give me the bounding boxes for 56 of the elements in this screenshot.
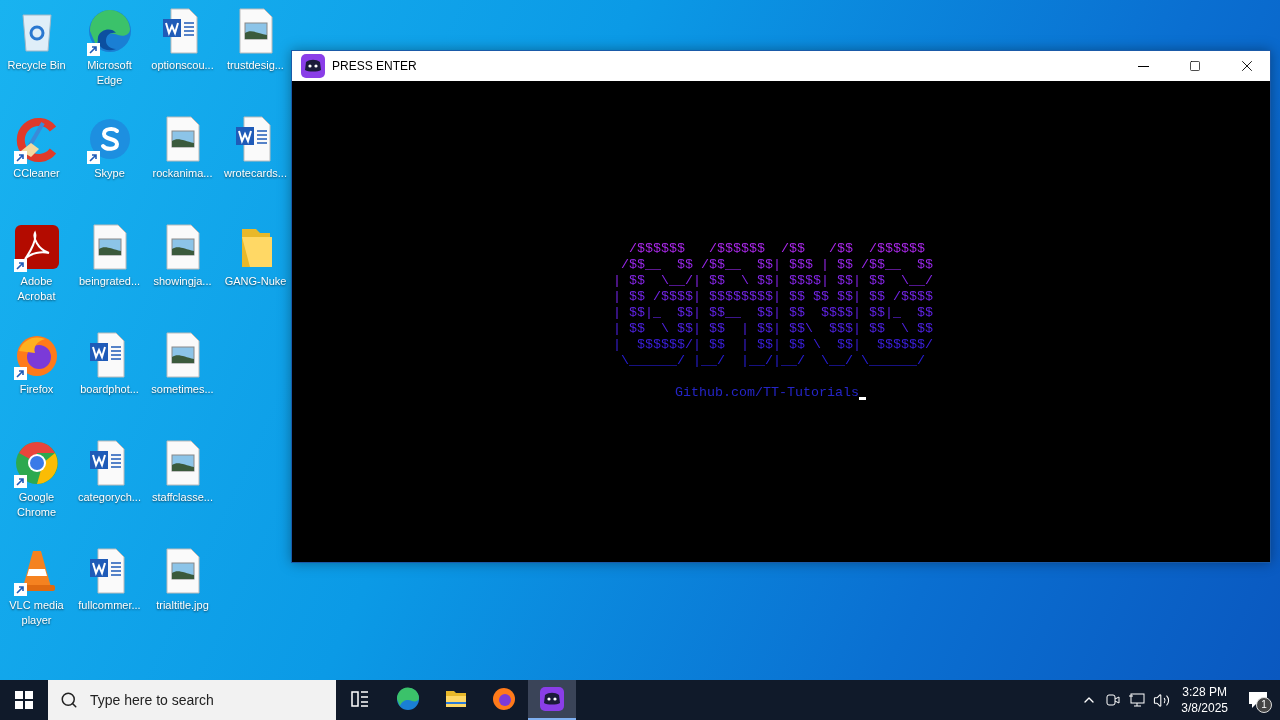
desktop-icon-label[interactable]: sometimes...: [151, 382, 214, 397]
github-link-text: Github.com/TT-Tutorials: [675, 385, 859, 401]
desktop-icon-label[interactable]: staffclasse...: [152, 490, 213, 505]
camera-icon: [1105, 692, 1122, 708]
ascii-art-line: | $$|_ $$| $$__ $$| $$ $$$$| $$|_ $$: [613, 305, 933, 321]
edge-icon: [395, 686, 421, 712]
task-view-icon: [350, 689, 370, 709]
desktop-icon-label[interactable]: boardphot...: [80, 382, 139, 397]
shortcut-arrow-icon: [86, 43, 100, 56]
desktop-icon-label[interactable]: fullcommer...: [78, 598, 141, 613]
shortcut-arrow-icon: [13, 259, 27, 272]
desktop-icon-label[interactable]: categorych...: [78, 490, 141, 505]
clock[interactable]: 3:28 PM 3/8/2025: [1173, 680, 1236, 720]
ascii-art-line: | $$ \ $$| $$ | $$| $$\ $$$| $$ \ $$: [613, 321, 933, 337]
desktop-icon-label[interactable]: Adobe Acrobat: [0, 274, 73, 304]
notifications-button[interactable]: 1: [1236, 680, 1280, 720]
ascii-art-line: \______/ |__/ |__/|__/ \__/ \______/: [620, 353, 926, 369]
windows-logo-icon: [15, 691, 33, 709]
ascii-art-line: /$$__ $$ /$$__ $$| $$$ | $$ /$$__ $$: [620, 257, 933, 273]
notification-count: 1: [1256, 697, 1272, 713]
ascii-art-line: | $$ /$$$$| $$$$$$$$| $$ $$ $$| $$ /$$$$: [613, 289, 933, 305]
desktop-icon-label[interactable]: Skype: [94, 166, 125, 181]
desktop-icon-label[interactable]: Recycle Bin: [7, 58, 66, 73]
ascii-art-line: | $$$$$$/| $$ | $$| $$ \ $$| $$$$$$/: [613, 337, 933, 353]
desktop-icon-label[interactable]: trialtitle.jpg: [156, 598, 209, 613]
shortcut-arrow-icon: [13, 151, 27, 164]
window-title: PRESS ENTER: [332, 59, 418, 73]
minimize-icon: [1137, 65, 1149, 67]
pdf-icon: [12, 223, 61, 271]
ascii-art-line: /$$$$$$ /$$$$$$ /$$ /$$ /$$$$$$: [628, 241, 926, 257]
desktop-icon-label[interactable]: beingrated...: [78, 274, 141, 289]
search-field[interactable]: Type here to search: [88, 691, 322, 709]
desktop-icon-label[interactable]: GANG-Nuke: [224, 274, 287, 289]
shortcut-arrow-icon: [13, 583, 27, 596]
volume-icon: [1152, 691, 1170, 709]
shortcut-arrow-icon: [13, 475, 27, 488]
desktop-icon-label[interactable]: trustdesig...: [227, 58, 284, 73]
desktop-icon-label[interactable]: CCleaner: [13, 166, 60, 181]
search-box[interactable]: Type here to search: [48, 680, 336, 720]
desktop-icon-label[interactable]: rockanima...: [152, 166, 213, 181]
desktop-icon-label[interactable]: VLC media player: [0, 598, 73, 628]
ascii-art-line: | $$ \__/| $$ \ $$| $$$$| $$| $$ \__/: [613, 273, 933, 289]
shortcut-arrow-icon: [13, 367, 27, 380]
shortcut-arrow-icon: [86, 151, 100, 164]
desktop-icon-label[interactable]: Microsoft Edge: [73, 58, 146, 88]
desktop-icon-label[interactable]: showingja...: [153, 274, 212, 289]
search-icon: [60, 691, 78, 709]
taskbar-app-button[interactable]: [528, 680, 576, 720]
maximize-icon: [1189, 60, 1201, 72]
fox-globe-icon: [491, 686, 517, 712]
network-monitor-icon: [1128, 692, 1147, 708]
desktop-icon-label[interactable]: Google Chrome: [0, 490, 73, 520]
desktop-icon-label[interactable]: wrotecards...: [224, 166, 287, 181]
gamepad-icon: [539, 686, 565, 712]
desktop-icon-label[interactable]: Firefox: [19, 382, 54, 397]
desktop-icon-label[interactable]: optionscou...: [151, 58, 214, 73]
